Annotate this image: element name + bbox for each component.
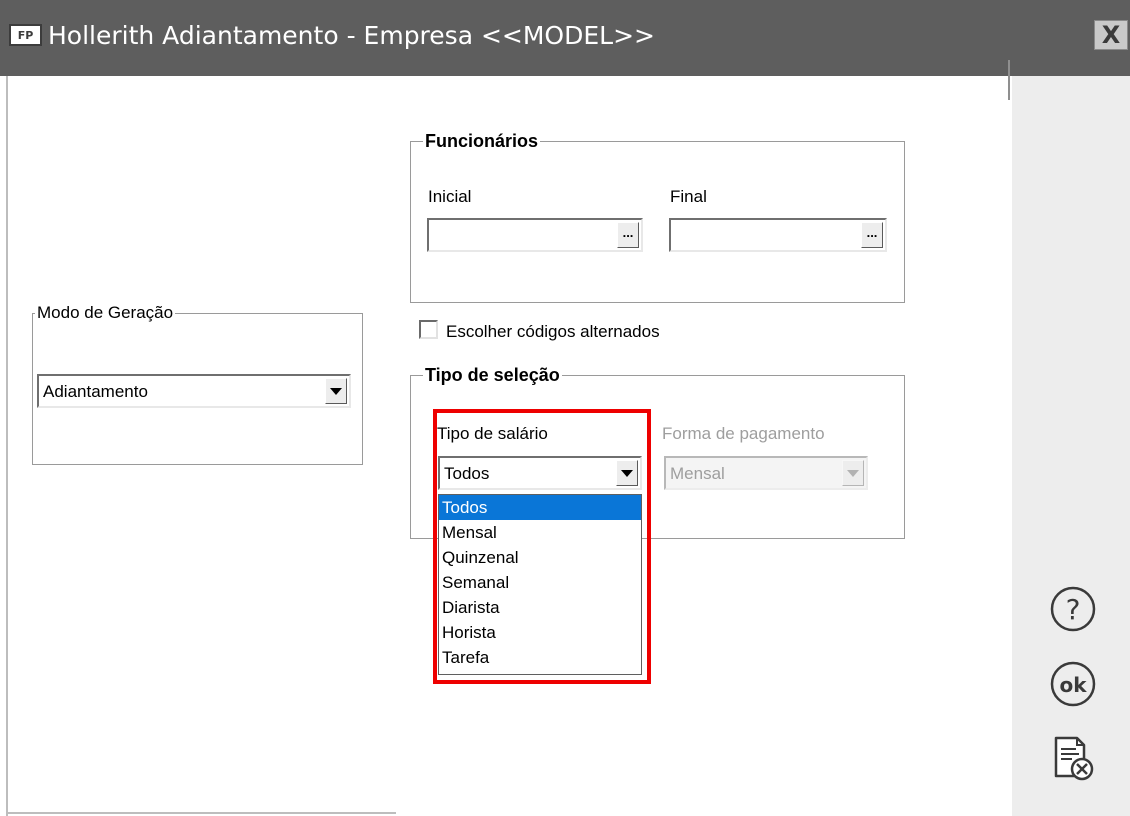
- chevron-down-icon: [330, 387, 342, 395]
- app-icon: FP: [9, 24, 42, 46]
- dropdown-option-diarista[interactable]: Diarista: [439, 595, 641, 620]
- escolher-codigos-label[interactable]: Escolher códigos alternados: [446, 322, 660, 342]
- final-browse-button[interactable]: ...: [861, 222, 883, 248]
- title-bar[interactable]: FP Hollerith Adiantamento - Empresa <<MO…: [0, 0, 1130, 76]
- dropdown-option-quinzenal[interactable]: Quinzenal: [439, 545, 641, 570]
- tipo-salario-label: Tipo de salário: [437, 424, 548, 443]
- forma-pagamento-value: Mensal: [670, 464, 725, 483]
- modo-geracao-dropdown-button[interactable]: [325, 378, 347, 404]
- final-field[interactable]: ...: [669, 218, 887, 252]
- modo-geracao-legend: Modo de Geração: [35, 303, 176, 323]
- inicial-label: Inicial: [428, 187, 472, 206]
- panel-divider: [1008, 60, 1010, 100]
- tipo-salario-dropdown-button[interactable]: [616, 460, 638, 486]
- chevron-down-icon: [847, 469, 859, 477]
- inicial-browse-button[interactable]: ...: [617, 222, 639, 248]
- dropdown-option-horista[interactable]: Horista: [439, 620, 641, 645]
- close-button[interactable]: X: [1094, 20, 1128, 50]
- forma-pagamento-dropdown-button[interactable]: [842, 460, 864, 486]
- tipo-salario-select[interactable]: Todos: [438, 456, 642, 490]
- tipo-salario-dropdown-list: Todos Mensal Quinzenal Semanal Diarista …: [438, 494, 642, 675]
- ok-icon[interactable]: ok: [1046, 657, 1100, 711]
- escolher-codigos-checkbox[interactable]: [419, 320, 438, 339]
- dropdown-option-mensal[interactable]: Mensal: [439, 520, 641, 545]
- modo-geracao-value: Adiantamento: [43, 382, 148, 401]
- tipo-selecao-legend: Tipo de seleção: [423, 365, 562, 385]
- cancel-document-icon[interactable]: [1046, 732, 1100, 786]
- funcionarios-legend: Funcionários: [423, 131, 541, 151]
- forma-pagamento-select[interactable]: Mensal: [664, 456, 868, 490]
- ok-glyph: ok: [1059, 673, 1087, 697]
- ellipsis-icon: ...: [622, 225, 634, 240]
- modo-geracao-select[interactable]: Adiantamento: [37, 374, 351, 408]
- help-glyph: ?: [1066, 593, 1081, 626]
- dropdown-option-tarefa[interactable]: Tarefa: [439, 645, 641, 670]
- dropdown-option-todos[interactable]: Todos: [439, 495, 641, 520]
- window-left-border: [6, 76, 8, 816]
- window-title: Hollerith Adiantamento - Empresa <<MODEL…: [48, 21, 655, 50]
- chevron-down-icon: [621, 469, 633, 477]
- ellipsis-icon: ...: [866, 225, 878, 240]
- forma-pagamento-label: Forma de pagamento: [662, 424, 825, 443]
- inicial-field[interactable]: ...: [427, 218, 643, 252]
- help-icon[interactable]: ?: [1046, 582, 1100, 636]
- window-bottom-edge: [6, 812, 396, 814]
- final-label: Final: [670, 187, 707, 206]
- tipo-salario-value: Todos: [444, 464, 490, 483]
- dropdown-option-semanal[interactable]: Semanal: [439, 570, 641, 595]
